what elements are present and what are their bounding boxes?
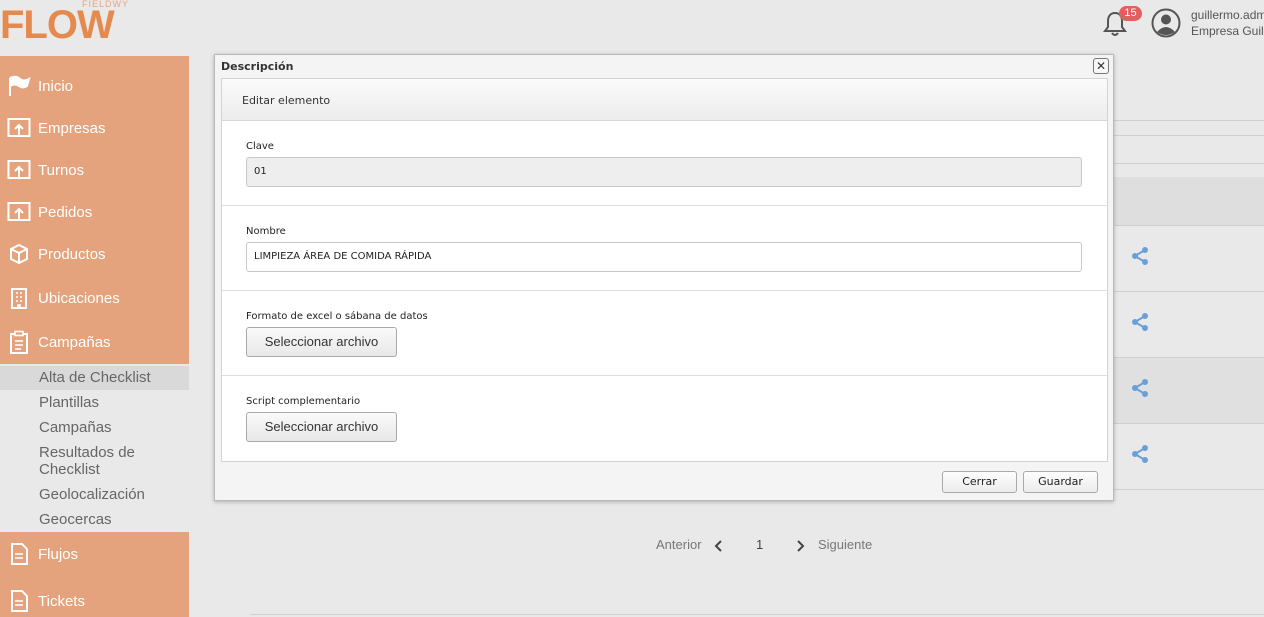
share-icon[interactable] — [1130, 312, 1150, 332]
sidebar-item-inicio[interactable]: Inicio — [0, 66, 189, 106]
description-dialog: Descripción ✕ Editar elemento Clave 01 N… — [214, 54, 1114, 501]
share-icon[interactable] — [1130, 378, 1150, 398]
script-file-button[interactable]: Seleccionar archivo — [246, 412, 397, 442]
sidebar: Inicio Empresas Turnos Pedidos Productos… — [0, 56, 189, 617]
flag-icon — [6, 74, 32, 98]
clave-field[interactable]: 01 — [246, 157, 1082, 187]
campanas-submenu: Alta de Checklist Plantillas Campañas Re… — [0, 364, 189, 532]
user-avatar-icon[interactable] — [1151, 8, 1181, 38]
table-divider — [1112, 489, 1264, 490]
user-name[interactable]: guillermo.adm — [1191, 8, 1264, 22]
notification-badge: 15 — [1119, 6, 1142, 21]
submenu-item-geocercas[interactable]: Geocercas — [0, 511, 189, 528]
table-divider — [1112, 163, 1264, 164]
sidebar-item-label: Pedidos — [38, 203, 93, 221]
table-header — [1112, 177, 1264, 225]
share-icon[interactable] — [1130, 444, 1150, 464]
table-divider — [1112, 120, 1264, 121]
sidebar-item-label: Ubicaciones — [38, 289, 120, 307]
script-row: Script complementario Seleccionar archiv… — [222, 376, 1107, 461]
clave-row: Clave 01 — [222, 121, 1107, 206]
sidebar-item-label: Tickets — [38, 592, 85, 610]
dialog-title: Descripción — [221, 60, 294, 73]
chevron-right-icon[interactable] — [795, 539, 805, 553]
close-icon[interactable]: ✕ — [1093, 58, 1109, 74]
submenu-item-campanas[interactable]: Campañas — [0, 419, 189, 436]
panel-title: Editar elemento — [242, 94, 331, 107]
submenu-item-alta-de-checklist[interactable]: Alta de Checklist — [0, 366, 189, 390]
upload-screen-icon — [6, 200, 32, 224]
building-icon — [6, 286, 32, 310]
sidebar-item-label: Flujos — [38, 545, 79, 563]
upload-screen-icon — [6, 116, 32, 140]
sidebar-item-tickets[interactable]: Tickets — [0, 581, 189, 617]
guardar-button[interactable]: Guardar — [1023, 471, 1098, 493]
upload-screen-icon — [6, 158, 32, 182]
sidebar-item-flujos[interactable]: Flujos — [0, 534, 189, 574]
table-divider — [1112, 135, 1264, 136]
top-bar: FIELDWY FLOW 15 guillermo.adm Empresa Gu… — [0, 0, 1264, 56]
chevron-left-icon[interactable] — [714, 539, 724, 553]
logo-title: FLOW — [0, 3, 115, 47]
app-logo[interactable]: FIELDWY FLOW — [0, 0, 128, 50]
edit-panel: Editar elemento Clave 01 Nombre LIMPIEZA… — [221, 78, 1108, 462]
document-icon — [6, 542, 32, 566]
table-divider — [1112, 357, 1264, 358]
submenu-item-geolocalizacion[interactable]: Geolocalización — [0, 486, 189, 503]
box-icon — [6, 242, 32, 266]
pager-current-page[interactable]: 1 — [756, 537, 763, 552]
footer-divider — [250, 614, 1264, 615]
user-company: Empresa Guille — [1191, 24, 1264, 38]
formato-label: Formato de excel o sábana de datos — [246, 311, 428, 322]
sidebar-item-pedidos[interactable]: Pedidos — [0, 192, 189, 232]
pager-next-label[interactable]: Siguiente — [818, 537, 872, 552]
panel-header: Editar elemento — [222, 79, 1107, 121]
sidebar-item-productos[interactable]: Productos — [0, 234, 189, 274]
script-label: Script complementario — [246, 396, 361, 407]
clave-label: Clave — [246, 141, 274, 152]
table-divider — [1112, 423, 1264, 424]
sidebar-item-empresas[interactable]: Empresas — [0, 108, 189, 148]
cerrar-button[interactable]: Cerrar — [942, 471, 1017, 493]
formato-file-button[interactable]: Seleccionar archivo — [246, 327, 397, 357]
submenu-item-plantillas[interactable]: Plantillas — [0, 394, 189, 411]
table-divider — [1112, 225, 1264, 226]
nombre-field[interactable]: LIMPIEZA ÁREA DE COMIDA RÁPIDA — [246, 242, 1082, 272]
sidebar-item-label: Inicio — [38, 77, 74, 95]
share-icon[interactable] — [1130, 246, 1150, 266]
pager-prev-label[interactable]: Anterior — [656, 537, 702, 552]
sidebar-item-label: Turnos — [38, 161, 85, 179]
sidebar-item-turnos[interactable]: Turnos — [0, 150, 189, 190]
sidebar-item-label: Empresas — [38, 119, 106, 137]
sidebar-item-label: Productos — [38, 245, 106, 263]
sidebar-item-campanas[interactable]: Campañas — [0, 322, 189, 362]
sidebar-item-label: Campañas — [38, 333, 111, 351]
document-icon — [6, 589, 32, 613]
submenu-item-resultados-de-checklist[interactable]: Resultados de Checklist — [0, 444, 150, 478]
sidebar-item-ubicaciones[interactable]: Ubicaciones — [0, 278, 189, 318]
clipboard-icon — [6, 330, 32, 354]
nombre-row: Nombre LIMPIEZA ÁREA DE COMIDA RÁPIDA — [222, 206, 1107, 291]
table-divider — [1112, 291, 1264, 292]
formato-row: Formato de excel o sábana de datos Selec… — [222, 291, 1107, 376]
nombre-label: Nombre — [246, 226, 286, 237]
